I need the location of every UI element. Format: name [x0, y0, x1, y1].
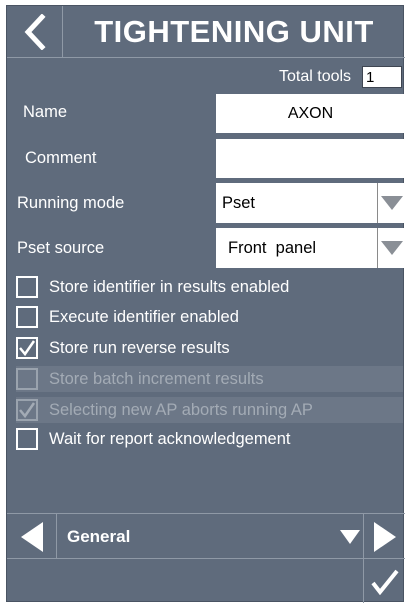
store-batch-increment-checkbox: [16, 368, 38, 390]
pset-source-value: Front panel: [228, 239, 317, 257]
back-button[interactable]: [7, 6, 63, 58]
comment-label: Comment: [25, 149, 97, 167]
tightening-unit-panel: TIGHTENING UNIT Total tools 1 Name AXON …: [6, 5, 405, 603]
triangle-right-icon: [373, 521, 396, 552]
footer-bar: [7, 559, 405, 603]
triangle-down-icon: [380, 241, 403, 255]
store-batch-increment-option: Store batch increment results: [16, 366, 403, 392]
triangle-down-icon: [380, 196, 403, 210]
running-mode-dropdown-button[interactable]: [377, 183, 405, 223]
previous-section-button[interactable]: [7, 514, 57, 559]
chevron-left-icon: [24, 14, 46, 50]
pset-source-dropdown-button[interactable]: [377, 228, 405, 268]
running-mode-select[interactable]: Pset: [216, 183, 405, 223]
triangle-down-icon: [340, 529, 360, 544]
section-select[interactable]: General: [57, 514, 363, 559]
new-ap-aborts-label: Selecting new AP aborts running AP: [49, 400, 313, 419]
store-batch-increment-label: Store batch increment results: [49, 369, 264, 388]
confirm-button[interactable]: [363, 559, 405, 603]
store-run-reverse-checkbox[interactable]: [16, 337, 38, 359]
store-identifier-checkbox[interactable]: [16, 276, 38, 298]
pset-source-label: Pset source: [17, 239, 105, 257]
running-mode-label: Running mode: [17, 194, 125, 212]
execute-identifier-label: Execute identifier enabled: [49, 307, 239, 326]
execute-identifier-option[interactable]: Execute identifier enabled: [16, 304, 403, 330]
execute-identifier-checkbox[interactable]: [16, 306, 38, 328]
triangle-left-icon: [20, 521, 43, 552]
section-select-value: General: [67, 527, 131, 546]
name-field[interactable]: AXON: [216, 94, 405, 133]
name-label: Name: [23, 103, 68, 121]
pset-source-select[interactable]: Front panel: [216, 228, 405, 268]
checkmark-icon: [19, 402, 36, 419]
header: TIGHTENING UNIT: [7, 6, 405, 58]
checkmark-icon: [19, 340, 36, 357]
total-tools-label: Total tools: [279, 68, 352, 85]
page-title: TIGHTENING UNIT: [94, 14, 374, 49]
store-identifier-option[interactable]: Store identifier in results enabled: [16, 274, 403, 300]
next-section-button[interactable]: [363, 514, 405, 559]
wait-report-ack-label: Wait for report acknowledgement: [49, 429, 291, 448]
store-run-reverse-label: Store run reverse results: [49, 338, 230, 357]
new-ap-aborts-option: Selecting new AP aborts running AP: [16, 397, 403, 423]
section-dropdown-button[interactable]: [337, 514, 363, 559]
total-tools-field[interactable]: 1: [362, 66, 402, 88]
running-mode-value: Pset: [222, 194, 256, 212]
checkmark-icon: [370, 569, 399, 595]
store-run-reverse-option[interactable]: Store run reverse results: [16, 335, 403, 361]
wait-report-ack-option[interactable]: Wait for report acknowledgement: [16, 426, 403, 452]
section-nav: General: [7, 513, 405, 559]
store-identifier-label: Store identifier in results enabled: [49, 277, 290, 296]
comment-field[interactable]: [216, 139, 405, 178]
new-ap-aborts-checkbox: [16, 399, 38, 421]
wait-report-ack-checkbox[interactable]: [16, 428, 38, 450]
